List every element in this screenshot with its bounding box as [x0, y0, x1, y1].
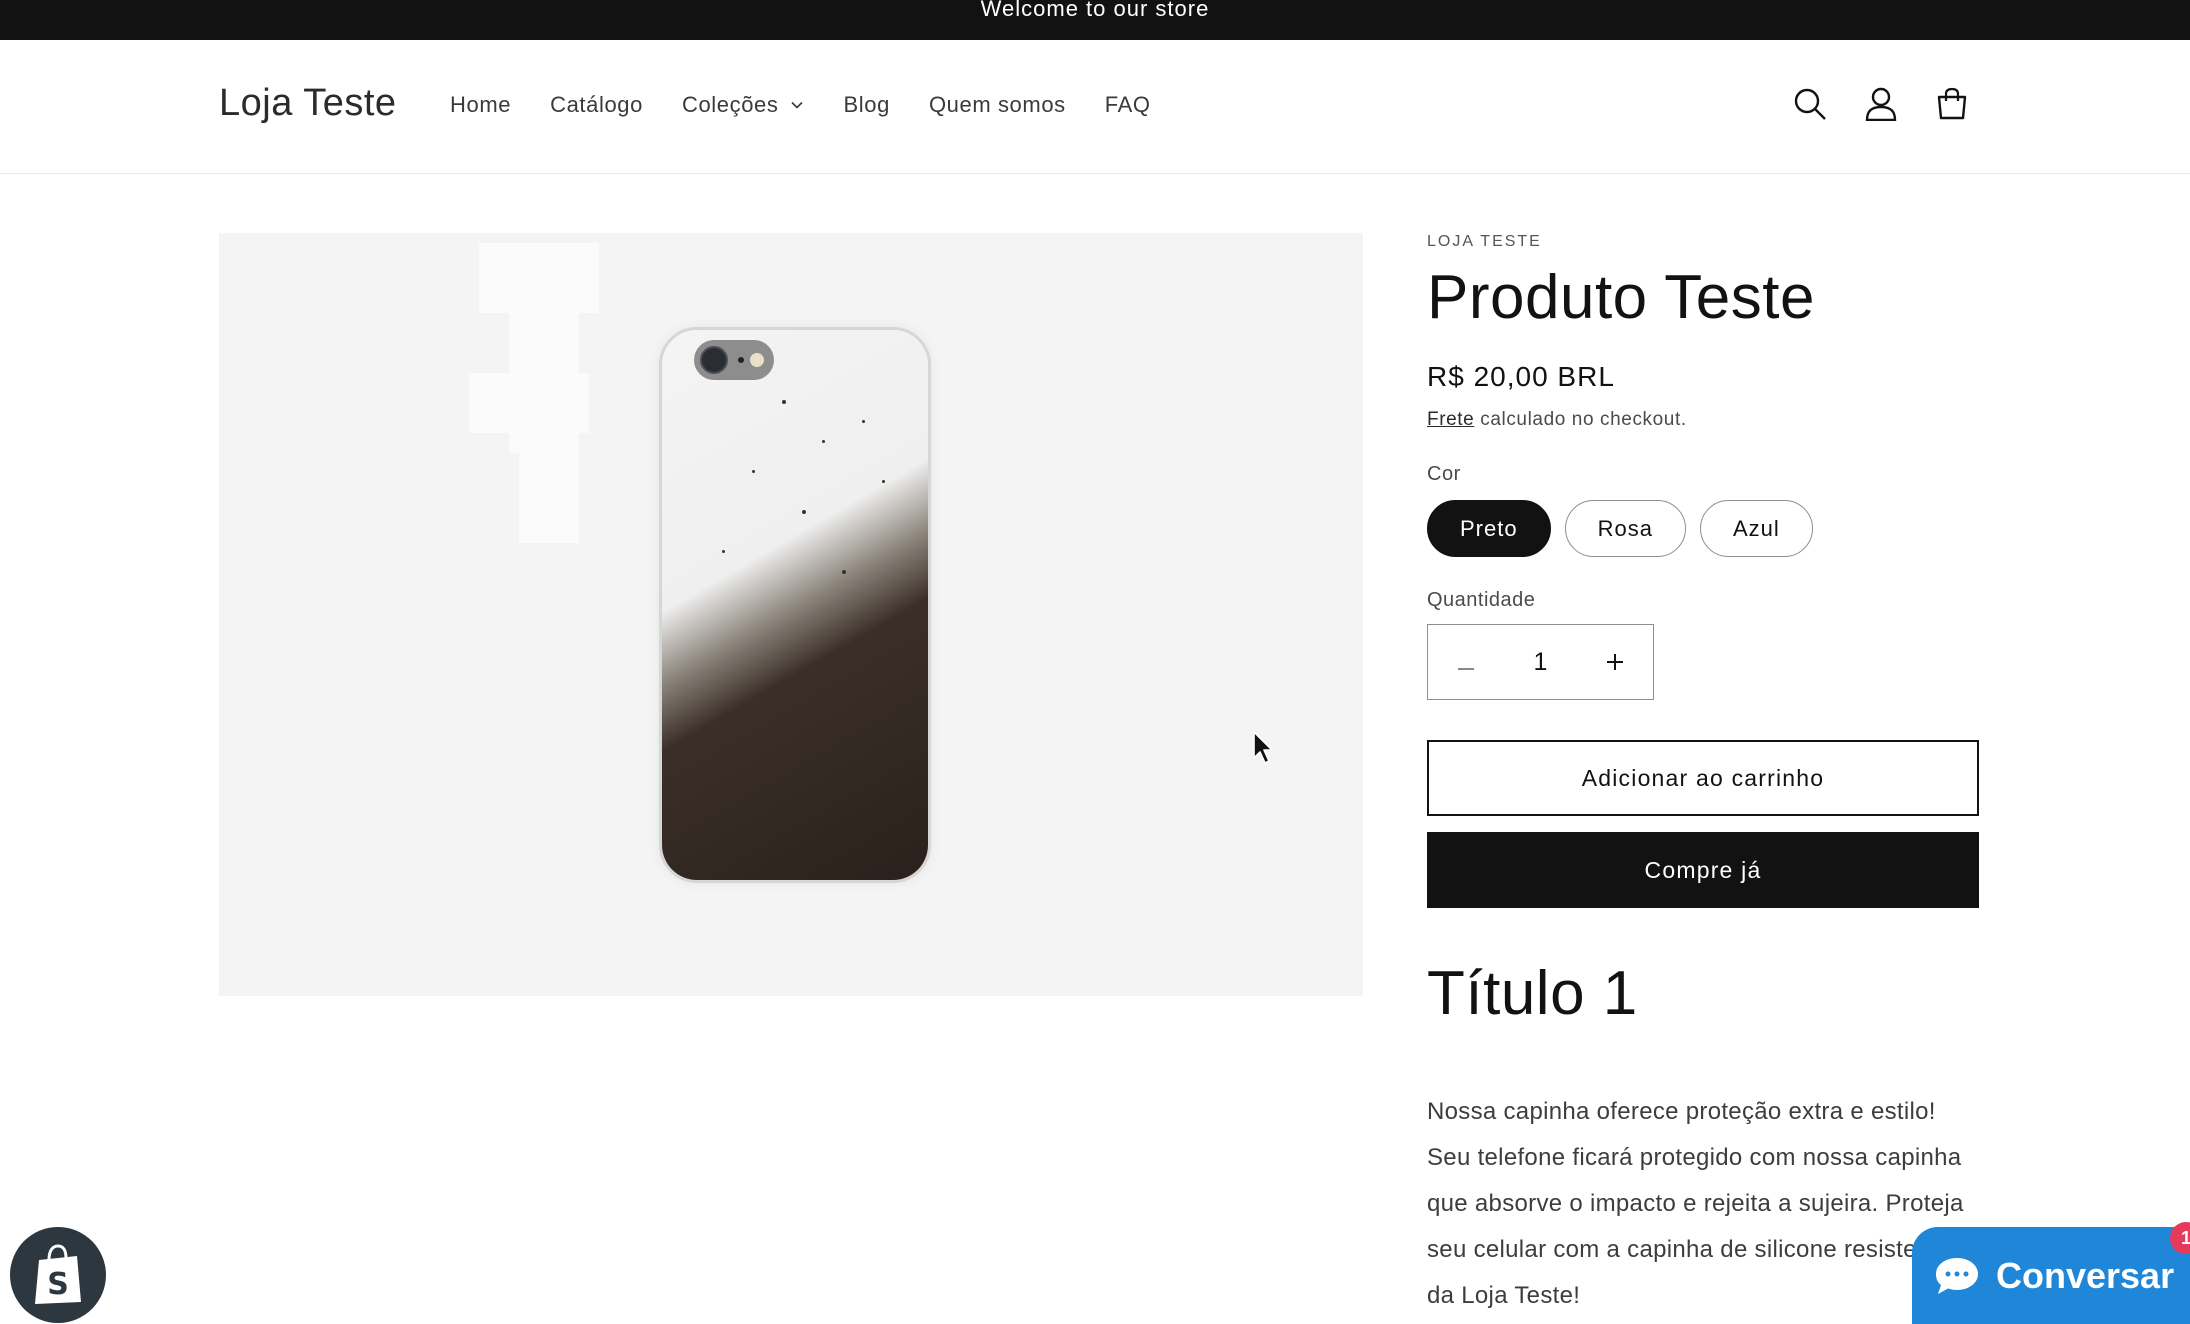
- camera-mic: [738, 357, 744, 363]
- background-splotch: [519, 433, 579, 543]
- option-label: Cor: [1427, 463, 1461, 485]
- color-options: Preto Rosa Azul: [1427, 500, 1979, 557]
- shopify-bag-icon[interactable]: S: [10, 1227, 106, 1323]
- speck: [842, 570, 846, 574]
- quantity-label: Quantidade: [1427, 589, 1536, 611]
- nav-item-colecoes[interactable]: Coleções: [682, 92, 805, 118]
- background-splotch: [469, 373, 589, 433]
- chat-bubble-icon: [1936, 1257, 1978, 1294]
- product-title: Produto Teste: [1427, 263, 1815, 332]
- chat-label: Conversar: [1996, 1254, 2175, 1296]
- svg-text:S: S: [47, 1267, 69, 1302]
- camera-flash: [750, 353, 764, 367]
- main-nav: Home Catálogo Coleções Blog Quem somos F…: [450, 92, 1190, 118]
- nav-item-quem-somos[interactable]: Quem somos: [929, 92, 1066, 118]
- product-vendor: LOJA TESTE: [1427, 233, 1542, 250]
- nav-label: Quem somos: [928, 92, 1066, 117]
- background-splotch: [479, 243, 599, 313]
- nav-item-catalogo[interactable]: Catálogo: [550, 92, 643, 118]
- speck: [722, 550, 725, 553]
- chat-notification-badge: 1: [2170, 1222, 2190, 1254]
- plus-icon[interactable]: [1602, 647, 1628, 678]
- shipping-link[interactable]: Frete: [1427, 409, 1474, 430]
- description-heading: Título 1: [1427, 959, 1638, 1028]
- add-to-cart-button[interactable]: Adicionar ao carrinho: [1427, 740, 1979, 816]
- phone-case: [659, 327, 931, 883]
- product-description: Nossa capinha oferece proteção extra e e…: [1427, 1098, 1964, 1309]
- quantity-stepper: 1: [1427, 624, 1654, 700]
- site-header: Loja Teste Home Catálogo Coleções Blog Q…: [0, 40, 2190, 174]
- product-price: R$ 20,00 BRL: [1427, 361, 1615, 392]
- search-icon[interactable]: [1790, 84, 1830, 124]
- product-image[interactable]: [219, 233, 1363, 996]
- nav-item-home[interactable]: Home: [450, 92, 511, 118]
- nav-label: Catálogo: [550, 92, 643, 117]
- speck: [882, 480, 885, 483]
- camera-lens: [700, 346, 728, 374]
- case-pattern: [662, 330, 928, 880]
- header-icons: [1790, 84, 2003, 124]
- camera-cutout: [694, 340, 774, 380]
- store-logo[interactable]: Loja Teste: [219, 82, 397, 125]
- chevron-down-icon: [790, 101, 803, 109]
- announcement-text: Welcome to our store: [980, 0, 1210, 21]
- chat-button[interactable]: Conversar 1: [1912, 1222, 2190, 1324]
- speck: [752, 470, 755, 473]
- shipping-note: Frete calculado no checkout.: [1427, 409, 1979, 431]
- speck: [782, 400, 786, 404]
- nav-label: FAQ: [1104, 92, 1151, 117]
- nav-label: Coleções: [681, 92, 779, 117]
- quantity-input[interactable]: 1: [1534, 648, 1548, 677]
- nav-label: Home: [450, 92, 512, 117]
- nav-label: Blog: [843, 92, 890, 117]
- nav-item-blog[interactable]: Blog: [844, 92, 890, 118]
- mouse-cursor-icon: [1253, 731, 1273, 764]
- product-info: LOJA TESTE Produto Teste R$ 20,00 BRL Fr…: [1427, 233, 1979, 1319]
- announcement-bar: Welcome to our store: [0, 0, 2190, 40]
- speck: [802, 510, 806, 514]
- nav-item-faq[interactable]: FAQ: [1105, 92, 1151, 118]
- buy-now-button[interactable]: Compre já: [1427, 832, 1979, 908]
- speck: [862, 420, 865, 423]
- speck: [822, 440, 825, 443]
- cart-icon[interactable]: [1932, 84, 1972, 124]
- option-azul[interactable]: Azul: [1699, 500, 1813, 557]
- minus-icon[interactable]: [1453, 647, 1479, 678]
- shipping-text: calculado no checkout.: [1474, 409, 1687, 430]
- account-icon[interactable]: [1861, 84, 1901, 124]
- option-preto[interactable]: Preto: [1427, 500, 1551, 557]
- option-rosa[interactable]: Rosa: [1564, 500, 1686, 557]
